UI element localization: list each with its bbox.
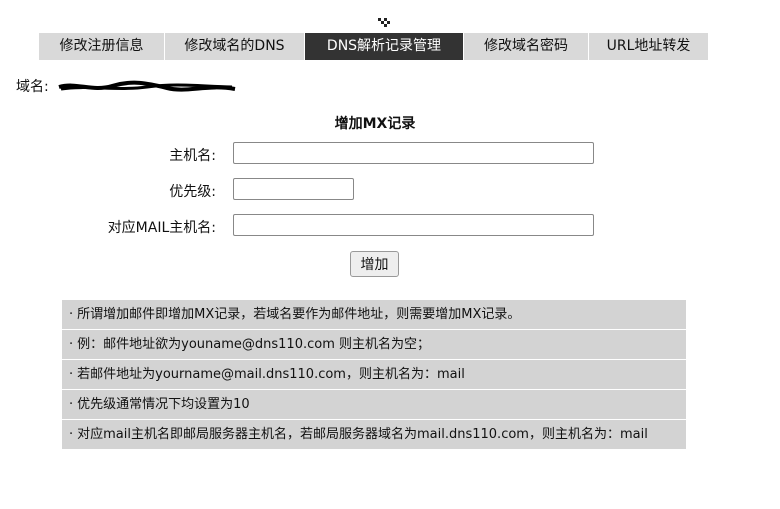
mail-host-input[interactable] bbox=[233, 214, 594, 236]
tab-dns-records[interactable]: DNS解析记录管理 bbox=[305, 33, 464, 60]
note-item: · 所谓增加邮件即增加MX记录，若域名要作为邮件地址，则需要增加MX记录。 bbox=[62, 300, 686, 330]
add-record-button[interactable]: 增加 bbox=[350, 251, 399, 277]
tab-edit-registration[interactable]: 修改注册信息 bbox=[39, 33, 165, 60]
host-label: 主机名: bbox=[169, 148, 216, 164]
priority-label: 优先级: bbox=[169, 184, 216, 200]
tab-bar: 修改注册信息 修改域名的DNS DNS解析记录管理 修改域名密码 URL地址转发 bbox=[39, 33, 709, 60]
checker-icon bbox=[378, 18, 390, 27]
note-item: · 例：邮件地址欲为youname@dns110.com 则主机名为空； bbox=[62, 330, 686, 360]
note-item: · 优先级通常情况下均设置为10 bbox=[62, 390, 686, 420]
tab-url-forward[interactable]: URL地址转发 bbox=[589, 33, 709, 60]
domain-row: 域名: bbox=[16, 76, 237, 96]
priority-input[interactable] bbox=[233, 178, 354, 200]
mail-host-label: 对应MAIL主机名: bbox=[107, 220, 216, 236]
note-item: · 对应mail主机名即邮局服务器主机名，若邮局服务器域名为mail.dns110… bbox=[62, 420, 686, 450]
note-item: · 若邮件地址为yourname@mail.dns110.com，则主机名为：ma… bbox=[62, 360, 686, 390]
host-input[interactable] bbox=[233, 142, 594, 164]
tab-edit-dns[interactable]: 修改域名的DNS bbox=[165, 33, 305, 60]
domain-label: 域名: bbox=[16, 79, 49, 95]
domain-redaction-scribble bbox=[58, 80, 236, 92]
form-title: 增加MX记录 bbox=[334, 116, 416, 132]
help-notes: · 所谓增加邮件即增加MX记录，若域名要作为邮件地址，则需要增加MX记录。 · 例：… bbox=[62, 300, 686, 450]
tab-edit-password[interactable]: 修改域名密码 bbox=[464, 33, 589, 60]
